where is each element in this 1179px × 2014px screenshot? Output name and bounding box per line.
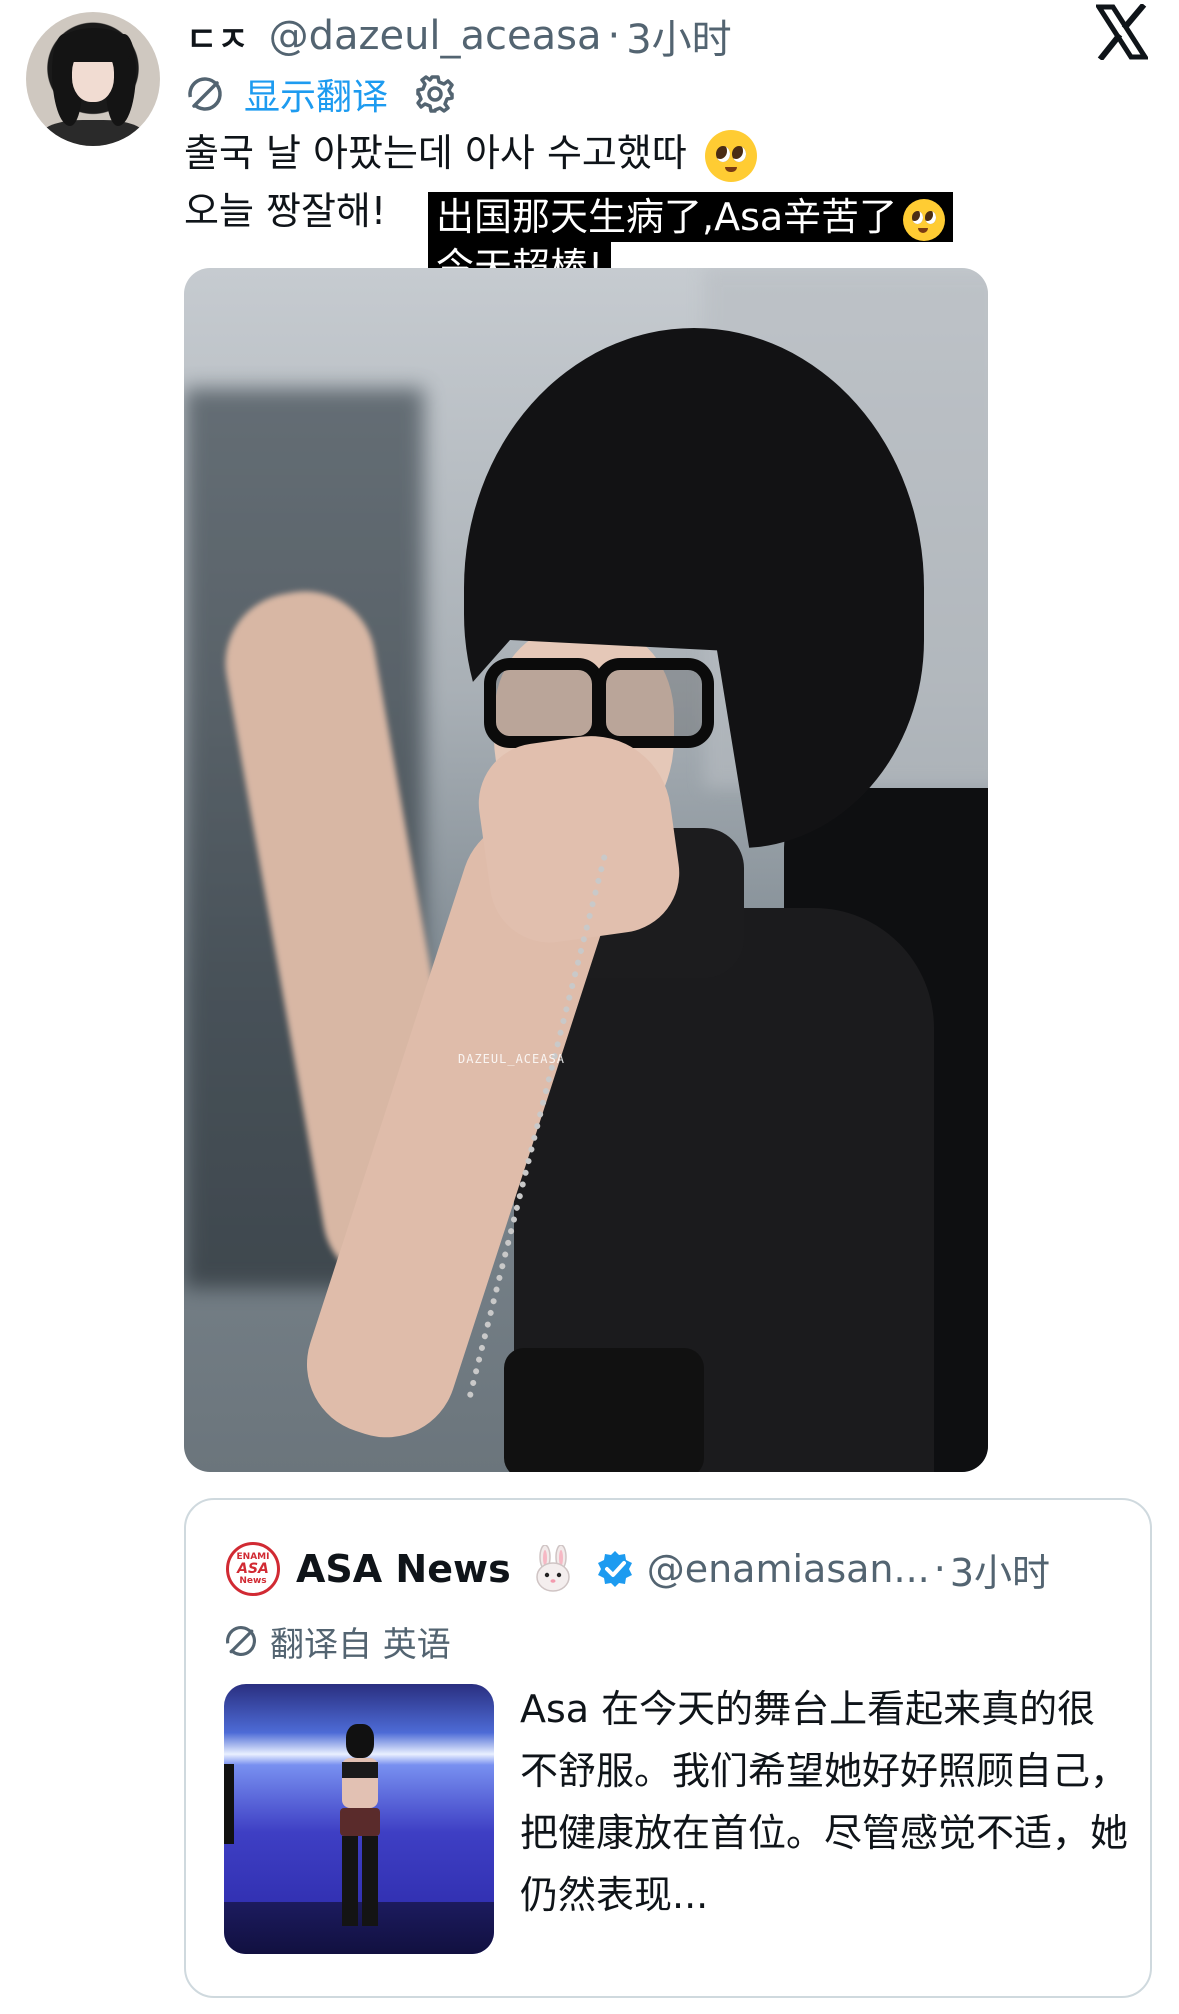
rabbit-emoji-icon bbox=[535, 1545, 570, 1592]
quoted-avatar-logo-text-3: News bbox=[239, 1576, 267, 1586]
author-avatar[interactable] bbox=[26, 12, 160, 146]
tweet-header: ㄷㅈ @dazeul_aceasa · 3小时 bbox=[186, 8, 732, 64]
thumbnail-side-figure bbox=[224, 1764, 234, 1844]
separator-dot: · bbox=[607, 13, 621, 59]
quoted-tweet-header: ASA News @enamiasan... · 3小时 bbox=[296, 1538, 1050, 1600]
quoted-author-display-name[interactable]: ASA News bbox=[296, 1547, 511, 1591]
performer-shorts bbox=[340, 1808, 380, 1836]
caption-overlay-text-1: 出国那天生病了,Asa辛苦了 bbox=[436, 195, 898, 239]
tweet-timestamp[interactable]: 3小时 bbox=[626, 7, 731, 65]
photo-watermark: DAZEUL_ACEASA bbox=[458, 1052, 565, 1066]
quoted-tweet-thumbnail[interactable] bbox=[224, 1684, 494, 1954]
performer-top bbox=[342, 1762, 378, 1778]
author-handle[interactable]: @dazeul_aceasa bbox=[269, 13, 602, 59]
caption-overlay-line-1: 出国那天生病了,Asa辛苦了 bbox=[428, 192, 954, 242]
thumbnail-performer bbox=[328, 1724, 390, 1926]
quoted-separator-dot: · bbox=[933, 1547, 946, 1591]
quoted-translation-row: 翻译自 英语 bbox=[224, 1616, 451, 1666]
translate-icon bbox=[188, 77, 222, 111]
translation-row: 显示翻译 bbox=[186, 70, 456, 118]
author-display-name[interactable]: ㄷㅈ bbox=[186, 12, 249, 61]
performer-boots bbox=[342, 1836, 378, 1926]
pleading-face-emoji-icon bbox=[704, 129, 757, 182]
avatar-shirt bbox=[40, 120, 146, 146]
gear-icon[interactable] bbox=[414, 73, 456, 115]
verified-badge-icon[interactable] bbox=[595, 1549, 635, 1589]
show-translation-link[interactable]: 显示翻译 bbox=[244, 68, 388, 120]
performer-head bbox=[346, 1724, 374, 1758]
tweet-body-line-1: 출국 날 아팠는데 아사 수고했따 bbox=[184, 124, 757, 182]
x-logo-icon[interactable] bbox=[1096, 4, 1148, 60]
translate-icon bbox=[226, 1626, 256, 1656]
quoted-avatar-logo-text-2: ASA bbox=[237, 1561, 269, 1577]
quoted-author-handle[interactable]: @enamiasan... bbox=[647, 1547, 930, 1591]
translated-from-label: 翻译自 英语 bbox=[270, 1624, 451, 1665]
quoted-tweet-card[interactable]: ENAMI ASA News ASA News @enamiasan... · … bbox=[184, 1498, 1152, 1998]
tweet-text-line-1: 출국 날 아팠는데 아사 수고했따 bbox=[184, 131, 687, 175]
avatar-hair-top bbox=[58, 28, 130, 62]
quoted-author-avatar[interactable]: ENAMI ASA News bbox=[226, 1542, 280, 1596]
quoted-tweet-timestamp[interactable]: 3小时 bbox=[950, 1542, 1050, 1597]
photo-sunglasses bbox=[484, 658, 714, 748]
photo-handbag bbox=[504, 1348, 704, 1472]
tweet-photo[interactable]: DAZEUL_ACEASA bbox=[184, 268, 988, 1472]
quoted-tweet-text: Asa 在今天的舞台上看起来真的很不舒服。我们希望她好好照顾自己，把健康放在首位… bbox=[520, 1687, 1129, 1917]
pleading-face-emoji-icon bbox=[903, 198, 946, 241]
